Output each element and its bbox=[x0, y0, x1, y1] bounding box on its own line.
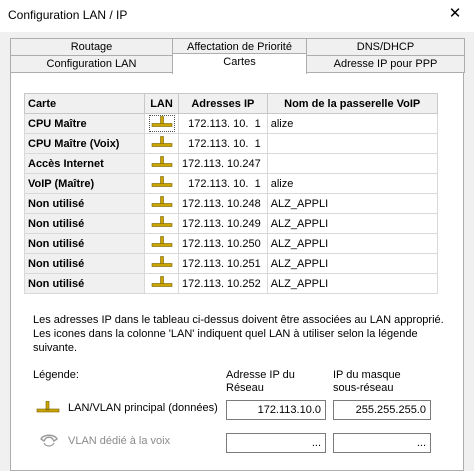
lan-cell[interactable] bbox=[144, 253, 179, 274]
network-ip-header-line1: Adresse IP du bbox=[226, 369, 295, 381]
lan-network-icon bbox=[150, 156, 174, 171]
voice-legend-label: VLAN dédié à la voix bbox=[68, 435, 171, 447]
ip-address-cell[interactable]: 172.113. 10. 1 bbox=[178, 113, 268, 134]
ip-address-cell[interactable]: 172.113. 10.250 bbox=[178, 233, 268, 254]
tab-dns-dhcp[interactable]: DNS/DHCP bbox=[306, 38, 465, 56]
ip-address-cell[interactable]: 172.113. 10.247 bbox=[178, 153, 268, 174]
ip-address-cell[interactable]: 172.113. 10. 1 bbox=[178, 133, 268, 154]
gateway-name-cell[interactable]: ALZ_APPLI bbox=[266, 233, 438, 254]
table-row[interactable]: CPU Maître 172.113. 10. 1 alize bbox=[24, 113, 438, 134]
gateway-name-cell[interactable] bbox=[266, 133, 438, 154]
lan-cell[interactable] bbox=[144, 273, 179, 294]
network-ip-header-line2: Réseau bbox=[226, 382, 264, 394]
table-row[interactable]: Accès Internet 172.113. 10.247 bbox=[24, 153, 438, 174]
cards-table: Carte LAN Adresses IP Nom de la passerel… bbox=[24, 93, 438, 294]
subnet-mask-header-line1: IP du masque bbox=[333, 369, 401, 381]
title-bar: Configuration LAN / IP ✕ bbox=[0, 0, 474, 32]
gateway-name-cell[interactable]: ALZ_APPLI bbox=[266, 193, 438, 214]
lan-cell[interactable] bbox=[144, 133, 179, 154]
network-ip-header: Adresse IP du Réseau bbox=[226, 369, 295, 395]
ip-address-cell[interactable]: 172.113. 10.251 bbox=[178, 253, 268, 274]
lan-network-icon bbox=[150, 236, 174, 251]
card-name: Non utilisé bbox=[24, 253, 145, 274]
tab-routage[interactable]: Routage bbox=[10, 38, 173, 56]
column-header-carte: Carte bbox=[24, 93, 145, 114]
gateway-name-cell[interactable]: alize bbox=[266, 173, 438, 194]
window-title: Configuration LAN / IP bbox=[8, 8, 128, 22]
card-name: Non utilisé bbox=[24, 233, 145, 254]
ip-address-cell[interactable]: 172.113. 10.249 bbox=[178, 213, 268, 234]
table-row[interactable]: Non utilisé 172.113. 10.252 ALZ_APPLI bbox=[24, 273, 438, 294]
table-row[interactable]: VoIP (Maître) 172.113. 10. 1 alize bbox=[24, 173, 438, 194]
voice-network-ip-field[interactable]: ... bbox=[226, 433, 326, 453]
lan-network-icon bbox=[150, 216, 174, 231]
subnet-mask-header: IP du masque sous-réseau bbox=[333, 369, 401, 395]
lan-network-icon bbox=[150, 136, 174, 151]
card-name: Non utilisé bbox=[24, 213, 145, 234]
table-row[interactable]: Non utilisé 172.113. 10.249 ALZ_APPLI bbox=[24, 213, 438, 234]
lan-cell[interactable] bbox=[144, 193, 179, 214]
lan-cell[interactable] bbox=[144, 173, 179, 194]
ip-address-cell[interactable]: 172.113. 10.252 bbox=[178, 273, 268, 294]
ip-address-cell[interactable]: 172.113. 10.248 bbox=[178, 193, 268, 214]
gateway-name-cell[interactable]: ALZ_APPLI bbox=[266, 213, 438, 234]
lan-network-ip-field[interactable]: 172.113.10.0 bbox=[226, 400, 326, 420]
column-header-lan: LAN bbox=[144, 93, 179, 114]
table-row[interactable]: Non utilisé 172.113. 10.248 ALZ_APPLI bbox=[24, 193, 438, 214]
phone-handset-icon bbox=[38, 432, 60, 453]
tab-cartes[interactable]: Cartes bbox=[172, 53, 307, 74]
gateway-name-cell[interactable]: ALZ_APPLI bbox=[266, 273, 438, 294]
lan-network-icon bbox=[36, 400, 60, 419]
lan-cell[interactable] bbox=[144, 233, 179, 254]
card-name: Non utilisé bbox=[24, 193, 145, 214]
card-name: VoIP (Maître) bbox=[24, 173, 145, 194]
tab-adresse-ip-ppp[interactable]: Adresse IP pour PPP bbox=[306, 55, 465, 73]
lan-subnet-mask-field[interactable]: 255.255.255.0 bbox=[333, 400, 431, 420]
table-row[interactable]: CPU Maître (Voix) 172.113. 10. 1 bbox=[24, 133, 438, 154]
card-name: CPU Maître (Voix) bbox=[24, 133, 145, 154]
tab-configuration-lan[interactable]: Configuration LAN bbox=[10, 55, 173, 73]
subnet-mask-header-line2: sous-réseau bbox=[333, 382, 394, 394]
lan-legend-label: LAN/VLAN principal (données) bbox=[68, 402, 218, 414]
table-header: Carte LAN Adresses IP Nom de la passerel… bbox=[24, 93, 438, 114]
lan-network-icon bbox=[150, 256, 174, 271]
card-name: CPU Maître bbox=[24, 113, 145, 134]
gateway-name-cell[interactable]: ALZ_APPLI bbox=[266, 253, 438, 274]
lan-network-icon bbox=[150, 176, 174, 191]
explanation-note: Les adresses IP dans le tableau ci-dessu… bbox=[33, 314, 444, 354]
ip-address-cell[interactable]: 172.113. 10. 1 bbox=[178, 173, 268, 194]
card-name: Accès Internet bbox=[24, 153, 145, 174]
gateway-name-cell[interactable]: alize bbox=[266, 113, 438, 134]
column-header-adresses-ip: Adresses IP bbox=[178, 93, 268, 114]
lan-cell[interactable] bbox=[144, 213, 179, 234]
table-row[interactable]: Non utilisé 172.113. 10.250 ALZ_APPLI bbox=[24, 233, 438, 254]
lan-cell[interactable] bbox=[144, 153, 179, 174]
column-header-passerelle: Nom de la passerelle VoIP bbox=[266, 93, 438, 114]
lan-cell[interactable] bbox=[144, 113, 179, 134]
voice-subnet-mask-field[interactable]: ... bbox=[333, 433, 431, 453]
lan-network-icon bbox=[150, 196, 174, 211]
legend-label: Légende: bbox=[33, 369, 79, 381]
gateway-name-cell[interactable] bbox=[266, 153, 438, 174]
lan-network-icon bbox=[148, 115, 175, 132]
lan-network-icon bbox=[150, 276, 174, 291]
close-icon[interactable]: ✕ bbox=[443, 3, 467, 27]
table-row[interactable]: Non utilisé 172.113. 10.251 ALZ_APPLI bbox=[24, 253, 438, 274]
card-name: Non utilisé bbox=[24, 273, 145, 294]
